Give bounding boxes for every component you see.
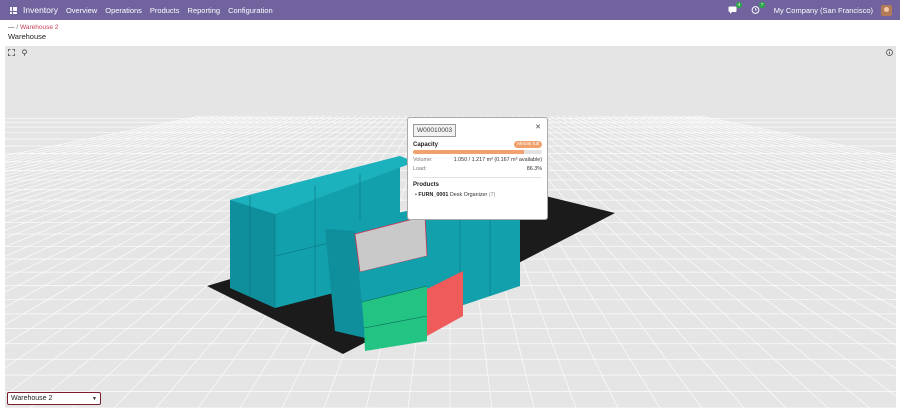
- top-navbar: Inventory Overview Operations Products R…: [0, 0, 900, 20]
- menu-operations[interactable]: Operations: [105, 6, 142, 15]
- chat-icon[interactable]: 4: [728, 2, 742, 14]
- close-icon[interactable]: ✕: [535, 123, 541, 131]
- grid-line: [521, 113, 896, 369]
- warehouse-select-value: Warehouse 2: [11, 395, 53, 402]
- grid-line: [623, 113, 896, 191]
- fullscreen-icon[interactable]: [8, 49, 15, 56]
- menu-overview[interactable]: Overview: [66, 6, 97, 15]
- grid-line: [5, 113, 265, 183]
- company-switcher[interactable]: My Company (San Francisco): [774, 6, 873, 15]
- activities-badge: 7: [759, 2, 765, 8]
- product-qty: (7): [488, 192, 496, 198]
- load-label: Load:: [413, 166, 427, 172]
- volume-value: 1.050 / 1.217 m³ (0.167 m³ available): [453, 157, 542, 163]
- apps-icon[interactable]: [10, 6, 18, 14]
- grid-line: [671, 113, 896, 164]
- app-brand[interactable]: Inventory: [23, 5, 58, 15]
- list-item[interactable]: • FURN_0001 Desk Organizer (7): [413, 192, 542, 198]
- product-code: FURN_0001: [418, 192, 449, 198]
- pin-icon[interactable]: [21, 49, 28, 56]
- chevron-down-icon: ▼: [92, 395, 97, 402]
- grid-line: [635, 113, 896, 183]
- product-name: Desk Organizer: [449, 192, 488, 198]
- menu-products[interactable]: Products: [150, 6, 180, 15]
- products-label: Products: [413, 182, 440, 188]
- warehouse-3d-viewport[interactable]: [5, 46, 896, 408]
- capacity-label: Capacity: [413, 141, 439, 148]
- grid-line: [683, 113, 896, 159]
- grid-line: [539, 113, 896, 309]
- grid-line: [563, 113, 896, 258]
- grid-line: [677, 113, 896, 162]
- breadcrumb-separator: /: [16, 24, 19, 31]
- sky: [5, 46, 896, 116]
- capacity-bar-fill: [413, 150, 525, 154]
- grid-line: [5, 113, 217, 159]
- clock-icon[interactable]: 7: [751, 2, 765, 14]
- menu-reporting[interactable]: Reporting: [188, 6, 221, 15]
- avatar[interactable]: [881, 4, 892, 16]
- breadcrumb-dash: —: [8, 24, 15, 31]
- menu-configuration[interactable]: Configuration: [228, 6, 273, 15]
- warehouse-select[interactable]: Warehouse 2 ▼: [7, 392, 101, 405]
- breadcrumb: — / Warehouse 2: [8, 24, 58, 31]
- volume-label: Volume:: [413, 157, 433, 163]
- location-id: W00010003: [413, 124, 457, 137]
- warehouse-scene[interactable]: [5, 46, 896, 408]
- page-title: Warehouse: [8, 32, 47, 41]
- control-panel: — / Warehouse 2 Warehouse: [0, 20, 900, 44]
- location-popover: W00010003 ✕ Capacity Almost full Volume:…: [407, 117, 548, 220]
- breadcrumb-link[interactable]: Warehouse 2: [20, 24, 58, 31]
- capacity-bar: [413, 150, 542, 154]
- status-badge: Almost full: [513, 141, 542, 148]
- info-icon[interactable]: [886, 49, 893, 56]
- messages-badge: 4: [736, 2, 742, 8]
- grid-line: [569, 113, 896, 248]
- grid-line: [533, 113, 896, 326]
- load-value: 86.3%: [526, 166, 542, 172]
- grid-line: [557, 113, 896, 268]
- grid-line: [593, 113, 896, 218]
